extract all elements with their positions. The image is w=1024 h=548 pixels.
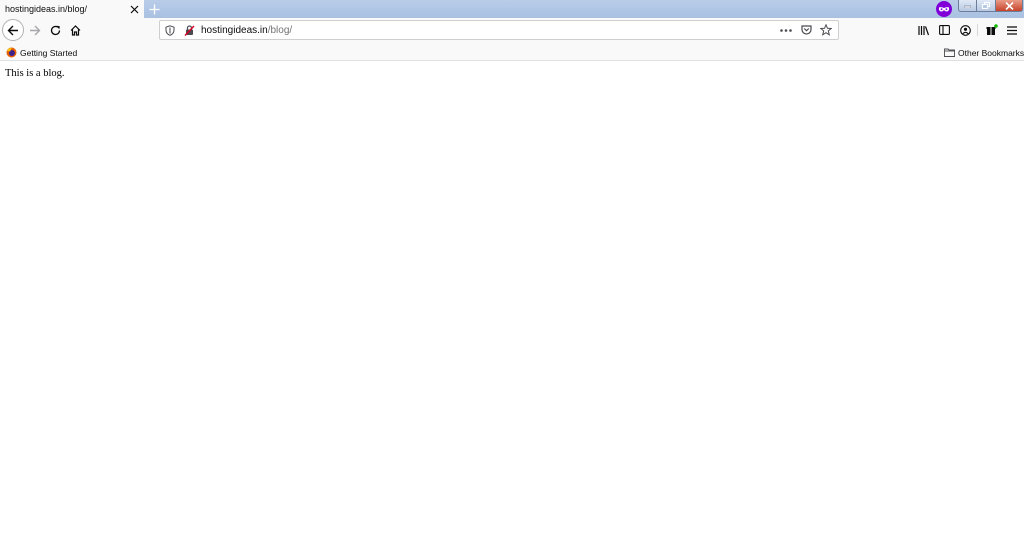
url-host: hostingideas.in [201,24,268,36]
account-icon [959,24,971,36]
bookmark-label: Other Bookmarks [958,47,1024,58]
back-button[interactable] [2,19,24,41]
page-body-text: This is a blog. [5,68,65,79]
reload-button[interactable] [45,20,65,40]
window-close-button[interactable] [996,0,1023,12]
bookmark-label: Getting Started [20,47,78,58]
folder-icon [944,47,955,58]
page-actions-icon[interactable] [776,21,796,39]
sidebar-icon [938,25,950,35]
private-browsing-icon [936,1,952,17]
arrow-left-icon [7,25,19,36]
library-icon [918,25,930,36]
navigation-toolbar: hostingideas.in/blog/ [0,18,1024,44]
window-controls [958,0,1023,12]
tab-title: hostingideas.in/blog/ [5,4,88,14]
account-button[interactable] [956,21,974,39]
plus-icon [149,4,160,15]
title-bar: hostingideas.in/blog/ [0,0,1024,18]
page-content: This is a blog. [0,61,1024,548]
url-text: hostingideas.in/blog/ [201,25,292,36]
reload-icon [50,25,61,36]
arrow-right-icon [29,25,41,36]
bookmarks-toolbar: Getting Started Other Bookmarks [0,44,1024,61]
star-icon[interactable] [816,21,836,39]
bookmark-other-bookmarks[interactable]: Other Bookmarks [944,46,1024,59]
close-icon [1004,1,1014,10]
url-bar[interactable]: hostingideas.in/blog/ [159,20,839,40]
gift-icon [986,24,998,36]
close-icon[interactable] [128,3,140,15]
forward-button[interactable] [25,20,45,40]
sidebar-button[interactable] [935,21,953,39]
pocket-icon[interactable] [796,21,816,39]
insecure-lock-icon[interactable] [184,24,196,36]
restore-icon [982,2,990,9]
shield-icon[interactable] [165,24,177,36]
menu-button[interactable] [1003,21,1021,39]
toolbar-separator [977,24,978,36]
new-tab-button[interactable] [146,0,162,18]
firefox-icon [6,47,17,58]
tab-active[interactable]: hostingideas.in/blog/ [0,0,144,18]
bookmark-getting-started[interactable]: Getting Started [6,46,77,59]
url-path: /blog/ [267,24,293,36]
minimize-button[interactable] [958,0,977,12]
home-icon [70,24,81,36]
library-button[interactable] [915,21,933,39]
url-actions [776,21,836,39]
minimize-icon [964,4,971,8]
extensions-button[interactable] [983,21,1001,39]
hamburger-menu-icon [1007,25,1017,35]
home-button[interactable] [65,20,85,40]
restore-button[interactable] [977,0,996,12]
